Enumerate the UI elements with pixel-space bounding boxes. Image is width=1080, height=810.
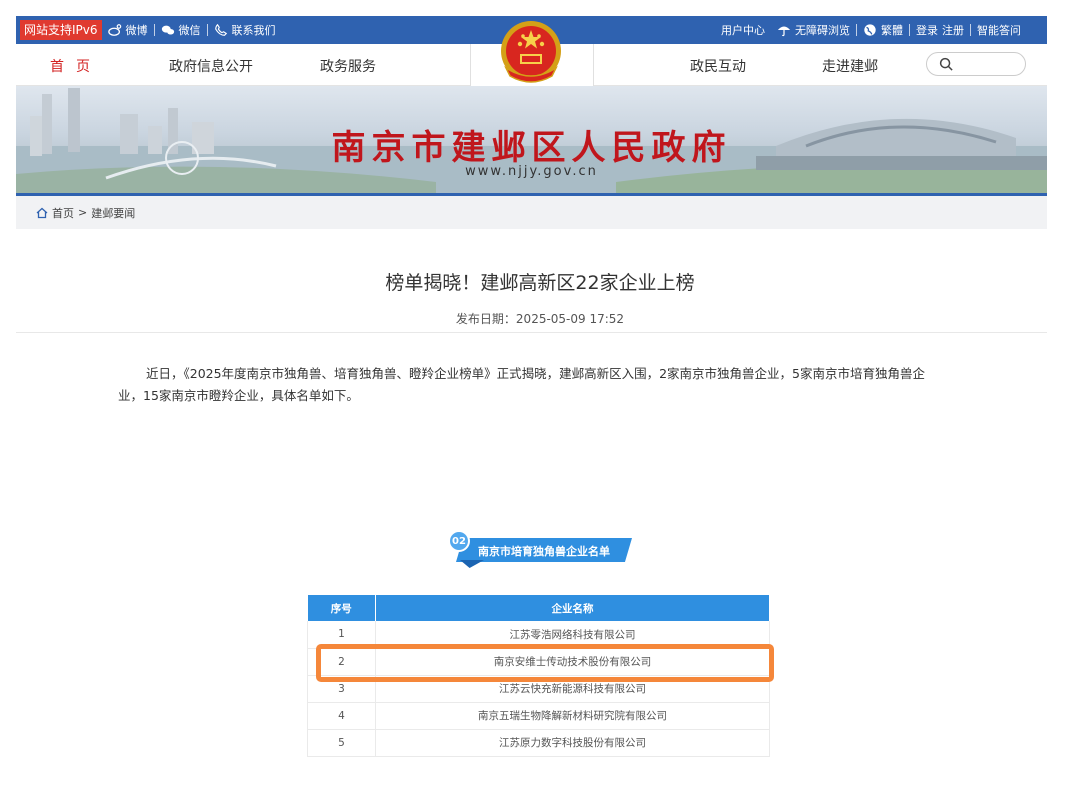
login-link[interactable]: 登录	[910, 22, 940, 38]
globe-icon	[864, 24, 876, 36]
row-index: 5	[307, 729, 376, 757]
nav-interaction[interactable]: 政民互动	[690, 56, 746, 76]
smart-qa-link[interactable]: 智能答问	[971, 22, 1027, 38]
breadcrumb-home[interactable]: 首页	[52, 205, 74, 221]
national-emblem-icon	[501, 21, 561, 83]
row-index: 4	[307, 702, 376, 730]
accessible-label: 无障碍浏览	[795, 24, 850, 37]
section-badge: 02 南京市培育独角兽企业名单	[448, 530, 638, 570]
breadcrumb-separator: >	[78, 206, 88, 219]
site-title: 南京市建邺区人民政府	[331, 128, 732, 168]
header-index: 序号	[307, 595, 376, 621]
wechat-icon	[161, 25, 174, 35]
row-company: 江苏原力数字科技股份有限公司	[375, 729, 770, 757]
nav-home[interactable]: 首页	[50, 56, 102, 76]
header-banner: 南京市建邺区人民政府 www.njjy.gov.cn	[16, 86, 1047, 194]
user-center-link[interactable]: 用户中心	[715, 22, 771, 38]
row-company: 南京五瑞生物降解新材料研究院有限公司	[375, 702, 770, 730]
wechat-link[interactable]: 微信	[155, 22, 207, 38]
phone-icon	[214, 23, 227, 36]
umbrella-icon	[777, 26, 791, 37]
nav-services[interactable]: 政务服务	[320, 56, 376, 76]
ipv6-badge: 网站支持IPv6	[20, 20, 102, 40]
accessible-link[interactable]: 无障碍浏览	[771, 22, 856, 38]
article-divider	[16, 332, 1047, 333]
table-header-row: 序号 企业名称	[307, 595, 770, 621]
header-company: 企业名称	[375, 595, 770, 621]
weibo-link[interactable]: 微博	[102, 22, 154, 38]
search-icon[interactable]	[939, 57, 954, 72]
article-title: 榜单揭晓！建邺高新区22家企业上榜	[385, 272, 695, 294]
breadcrumb: 首页 > 建邺要闻	[16, 196, 1047, 229]
breadcrumb-current[interactable]: 建邺要闻	[91, 205, 135, 221]
traditional-link[interactable]: 繁體	[857, 22, 909, 38]
site-url: www.njjy.gov.cn	[465, 164, 598, 179]
contact-label: 联系我们	[231, 24, 276, 37]
contact-link[interactable]: 联系我们	[208, 22, 282, 38]
section-title: 南京市培育独角兽企业名单	[478, 545, 610, 558]
search-input[interactable]	[926, 52, 1026, 76]
article-paragraph: 近日，《2025年度南京市独角兽、培育独角兽、瞪羚企业榜单》正式揭晓，建邺高新区…	[118, 366, 925, 403]
register-link[interactable]: 注册	[940, 22, 970, 38]
highlight-box	[316, 644, 774, 682]
nav-about[interactable]: 走进建邺	[822, 56, 878, 76]
wechat-label: 微信	[178, 24, 201, 37]
weibo-icon	[107, 24, 121, 36]
traditional-label: 繁體	[881, 24, 903, 37]
article-date: 发布日期：2025-05-09 17:52	[455, 312, 625, 326]
weibo-label: 微博	[125, 24, 148, 37]
table-row: 4 南京五瑞生物降解新材料研究院有限公司	[307, 702, 770, 730]
home-icon[interactable]	[36, 207, 48, 219]
table-row: 5 江苏原力数字科技股份有限公司	[307, 729, 770, 757]
section-ribbon-tail	[460, 560, 484, 568]
section-number: 02	[448, 530, 470, 552]
nav-gov-info[interactable]: 政府信息公开	[169, 56, 253, 76]
